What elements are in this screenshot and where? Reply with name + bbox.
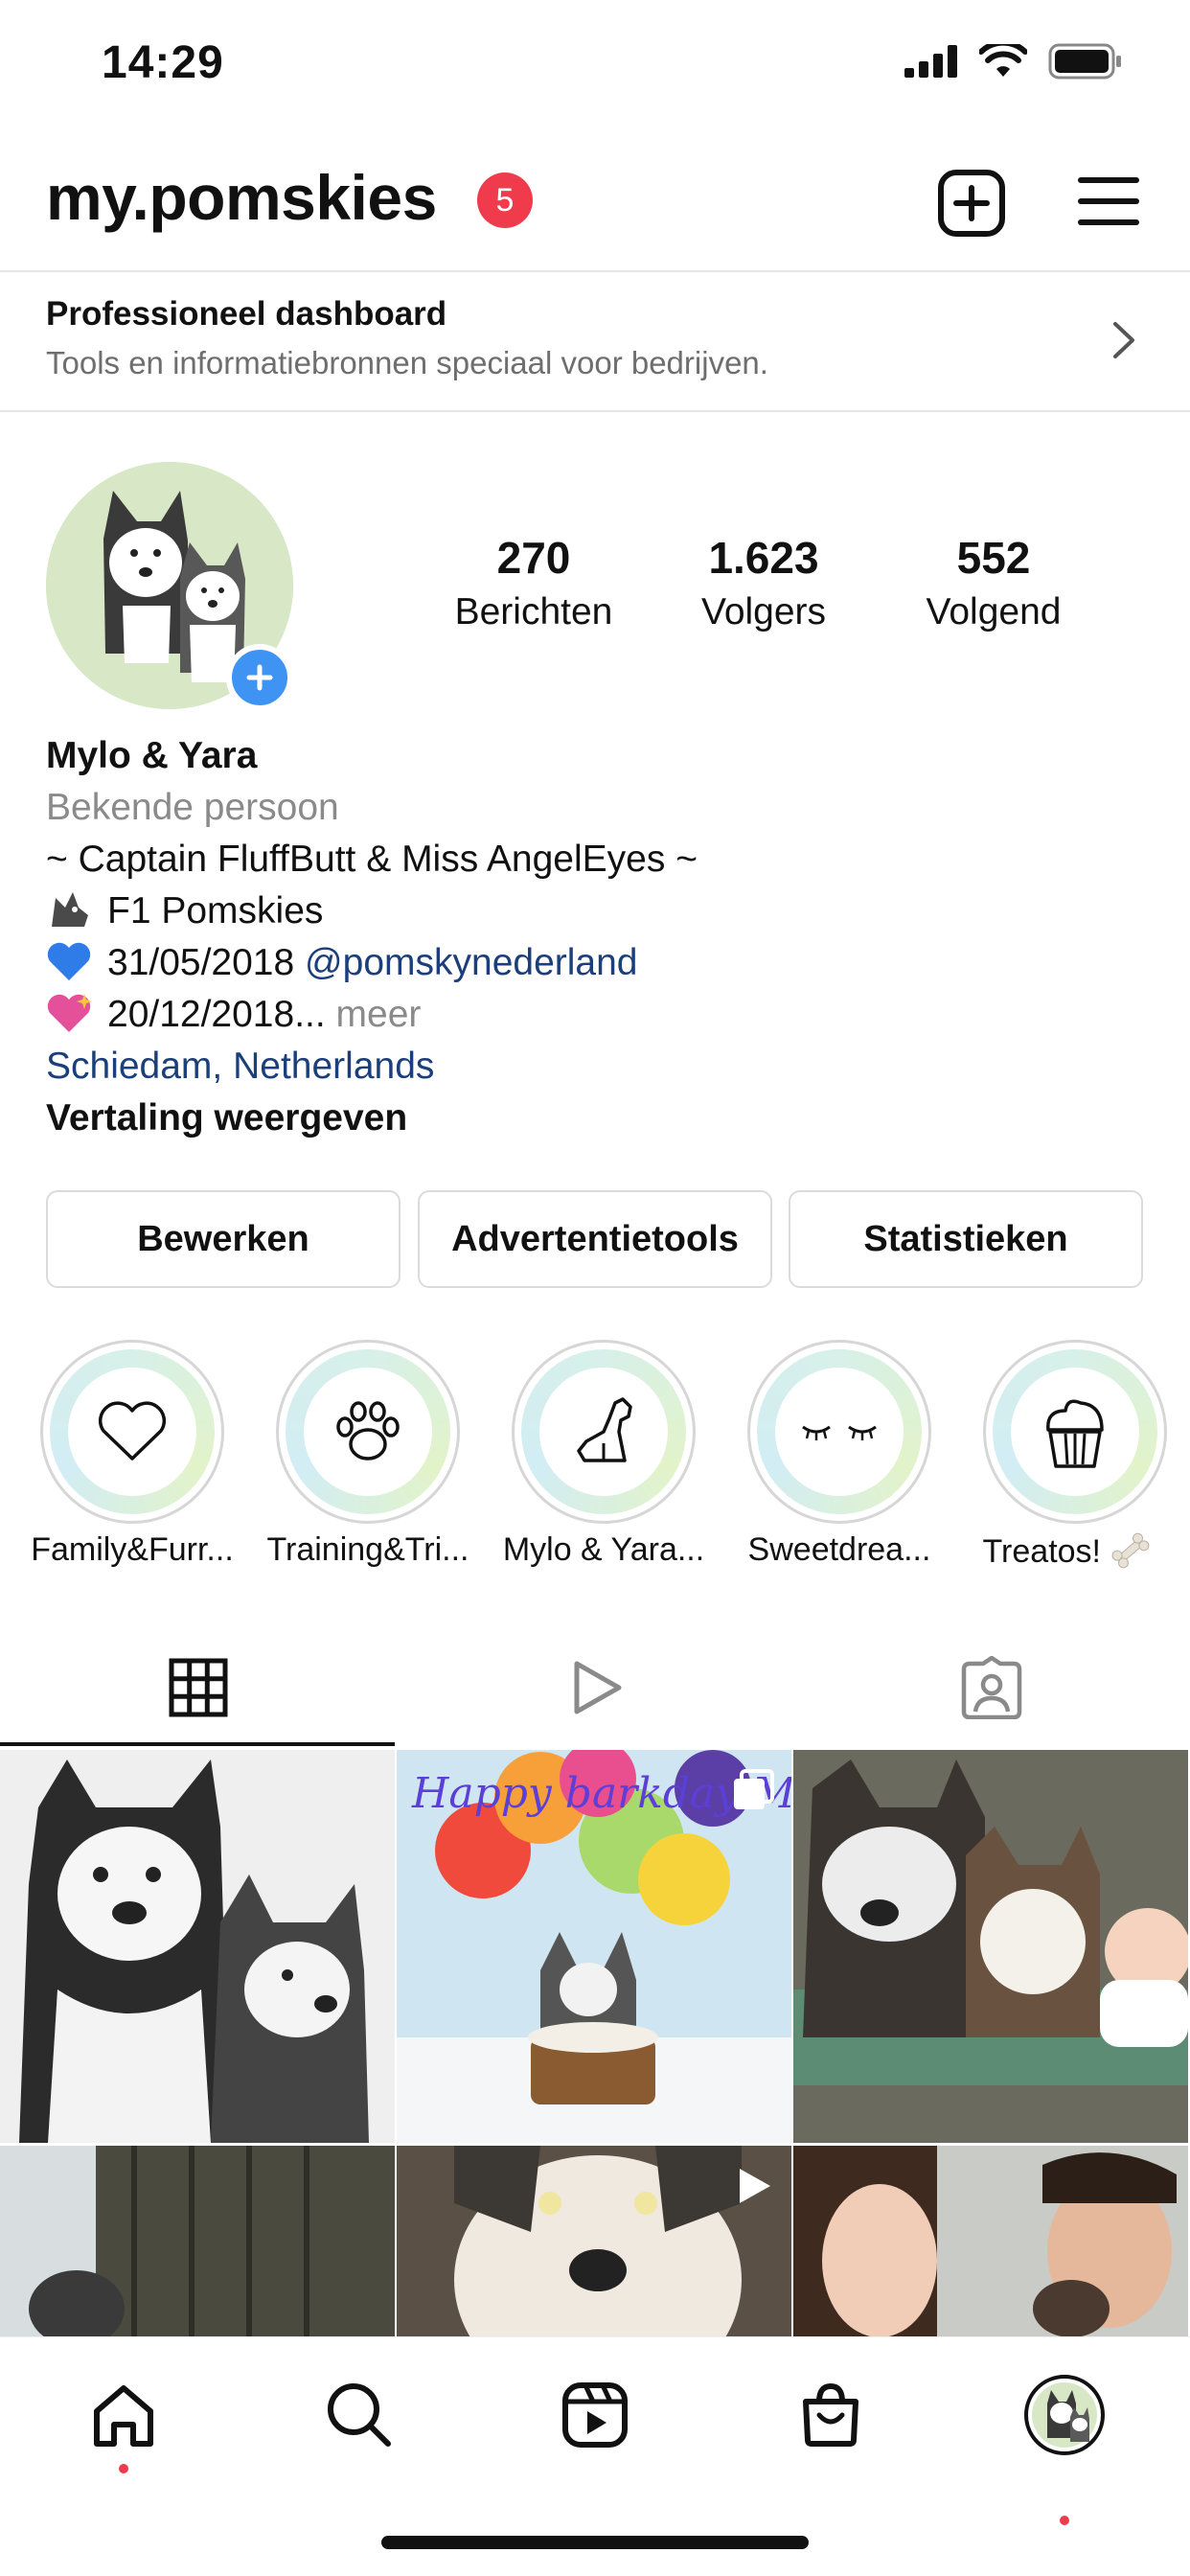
followers-count: 1.623 (708, 533, 819, 583)
highlight-family[interactable] (40, 1340, 224, 1524)
dog-icon (577, 1397, 632, 1462)
post-thumbnail[interactable] (0, 1750, 395, 2143)
post-image-dogs-bw (0, 1750, 395, 2143)
post-thumbnail[interactable] (793, 1750, 1188, 2143)
bio-date-2: 20/12/2018... (107, 994, 326, 1035)
bio-line-2-text: F1 Pomskies (107, 890, 324, 932)
home-icon (94, 2385, 153, 2447)
tab-tagged[interactable] (793, 1629, 1190, 1746)
following-label: Volgend (926, 591, 1062, 632)
sparkling-heart-emoji-icon (47, 994, 92, 1032)
notification-badge[interactable]: 5 (477, 172, 533, 228)
nav-profile[interactable] (1021, 2372, 1108, 2458)
dashboard-subtitle: Tools en informatiebronnen speciaal voor… (46, 345, 768, 380)
profile-tabs (0, 1629, 1190, 1748)
paw-icon (336, 1401, 400, 1460)
stat-followers[interactable]: 1.623 Volgers (658, 532, 869, 633)
posts-label: Berichten (454, 591, 613, 632)
post-image-snow-fence (0, 2146, 395, 2336)
tab-grid-posts[interactable] (0, 1629, 397, 1746)
highlight-label-treatos-wrap: Treatos! (962, 1531, 1173, 1571)
home-indicator-bar[interactable] (381, 2536, 809, 2549)
profile-display-name: Mylo & Yara (46, 735, 258, 776)
create-post-button[interactable] (937, 169, 1006, 238)
following-count: 552 (956, 533, 1031, 583)
highlight-label-family: Family&Furr... (31, 1531, 234, 1568)
active-tab-indicator (0, 1742, 395, 1746)
posts-count: 270 (496, 533, 571, 583)
tab-reels[interactable] (397, 1629, 793, 1746)
blue-heart-emoji-icon (47, 942, 91, 980)
chevron-right-icon (1113, 322, 1134, 358)
profile-category: Bekende persoon (46, 787, 339, 828)
highlight-label-training: Training&Tri... (266, 1531, 469, 1568)
post-thumbnail[interactable] (397, 2146, 791, 2336)
battery-icon (1048, 43, 1121, 80)
highlight-treatos[interactable] (983, 1340, 1167, 1524)
nav-shop[interactable] (788, 2372, 874, 2458)
professional-dashboard-link[interactable]: Professioneel dashboard Tools en informa… (0, 270, 1190, 412)
wifi-icon (979, 44, 1027, 77)
status-bar: 14:29 (0, 0, 1190, 129)
plus-square-icon (938, 170, 1005, 237)
highlight-label-mylo-yara: Mylo & Yara... (502, 1531, 705, 1568)
post-thumbnail[interactable] (793, 2146, 1188, 2336)
bio-line-2: F1 Pomskies (46, 886, 1148, 937)
reels-icon (562, 2382, 628, 2448)
reel-play-icon (740, 2169, 770, 2203)
shopping-bag-icon (803, 2382, 858, 2447)
highlight-label-treatos: Treatos! (982, 1533, 1101, 1570)
tagged-person-icon (961, 1656, 1022, 1719)
cupcake-icon (1046, 1399, 1104, 1468)
stat-posts[interactable]: 270 Berichten (428, 532, 639, 633)
eyelashes-icon (802, 1425, 877, 1440)
multiple-photos-icon (734, 1769, 774, 1809)
stat-following[interactable]: 552 Volgend (888, 532, 1099, 633)
bio-line-3: 31/05/2018 @pomskynederland (46, 937, 1148, 989)
dashboard-title: Professioneel dashboard (46, 295, 447, 333)
home-notification-dot (119, 2464, 128, 2473)
status-time: 14:29 (102, 37, 224, 88)
account-username[interactable]: my.pomskies (46, 161, 437, 234)
bio-date-1: 31/05/2018 (107, 942, 295, 983)
cellular-signal-icon (904, 45, 957, 78)
edit-profile-button[interactable]: Bewerken (46, 1190, 400, 1288)
bio-line-4: 20/12/2018... meer (46, 989, 1148, 1041)
grid-icon (169, 1658, 228, 1717)
highlight-mylo-yara[interactable] (512, 1340, 696, 1524)
insights-button[interactable]: Statistieken (789, 1190, 1143, 1288)
followers-label: Volgers (700, 591, 827, 632)
status-icons (904, 43, 1123, 80)
nav-reels[interactable] (552, 2372, 638, 2458)
hamburger-menu-icon (1078, 177, 1139, 225)
posts-grid: Happy barkday My! (0, 1750, 1190, 2336)
bone-emoji-icon (1112, 1532, 1150, 1569)
mention-link[interactable]: @pomskynederland (305, 942, 637, 983)
wolf-emoji-icon (52, 892, 88, 927)
ad-tools-button[interactable]: Advertentietools (418, 1190, 772, 1288)
post-image-dogs-baby (793, 1750, 1188, 2143)
play-icon (574, 1661, 622, 1714)
nav-search[interactable] (316, 2372, 402, 2458)
highlight-training[interactable] (276, 1340, 460, 1524)
post-thumbnail[interactable] (0, 2146, 395, 2336)
highlight-sweetdreams[interactable] (747, 1340, 931, 1524)
post-image-couple-selfie (793, 2146, 1188, 2336)
menu-button[interactable] (1077, 172, 1140, 230)
profile-bio: Mylo & Yara Bekende persoon ~ Captain Fl… (46, 730, 1148, 1144)
bio-more-link[interactable]: meer (336, 994, 422, 1035)
heart-icon (98, 1401, 167, 1460)
highlight-label-sweetdreams: Sweetdrea... (747, 1531, 931, 1568)
location-link[interactable]: Schiedam, Netherlands (46, 1041, 1148, 1092)
translate-bio-link[interactable]: Vertaling weergeven (46, 1092, 1148, 1144)
plus-icon (246, 664, 273, 691)
nav-home[interactable] (80, 2372, 167, 2458)
add-story-button[interactable] (226, 644, 293, 711)
profile-header: my.pomskies 5 (0, 144, 1190, 268)
post-thumbnail[interactable]: Happy barkday My! (397, 1750, 791, 2143)
search-icon (328, 2383, 391, 2447)
profile-notification-dot (1060, 2516, 1069, 2525)
profile-avatar-small (1024, 2375, 1105, 2455)
bio-line-1: ~ Captain FluffButt & Miss AngelEyes ~ (46, 839, 698, 880)
